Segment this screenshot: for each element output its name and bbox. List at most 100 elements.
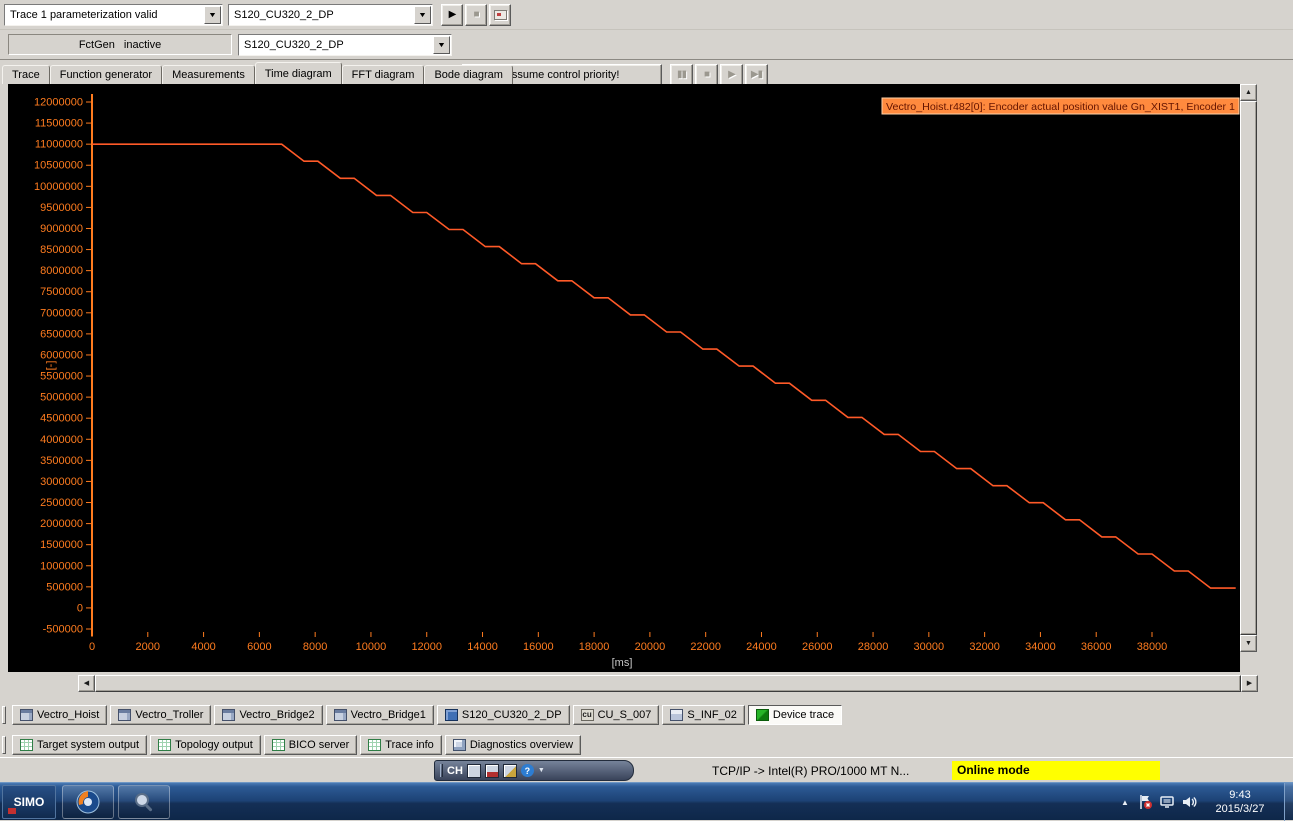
device-tabs: Vectro_Hoist Vectro_Troller Vectro_Bridge2… <box>0 703 1293 727</box>
svg-text:8000: 8000 <box>303 641 327 653</box>
svg-text:5000000: 5000000 <box>40 392 83 404</box>
online-mode-label: Online mode <box>957 763 1030 777</box>
scroll-left-button[interactable]: ◀ <box>78 675 95 692</box>
trace-chart[interactable]: 1200000011500000110000001050000010000000… <box>8 84 1240 672</box>
scout-taskbar-button[interactable]: SIMO <box>2 785 56 819</box>
svg-text:4000000: 4000000 <box>40 434 83 446</box>
scroll-up-button[interactable]: ▲ <box>1240 84 1257 101</box>
table-icon <box>158 739 172 751</box>
show-desktop-button[interactable] <box>1284 783 1293 821</box>
tab-trace[interactable]: Trace <box>2 65 50 84</box>
svg-text:32000: 32000 <box>969 641 1000 653</box>
toolbar-grip-handle[interactable] <box>2 736 6 754</box>
device-tab-vectro-troller[interactable]: Vectro_Troller <box>110 705 212 725</box>
tab-measurements[interactable]: Measurements <box>162 65 255 84</box>
svg-text:10500000: 10500000 <box>34 160 83 172</box>
keyboard-icon[interactable] <box>466 763 481 778</box>
stop-trace-button[interactable]: ■ <box>465 4 487 26</box>
svg-text:6000: 6000 <box>247 641 271 653</box>
speaker-icon[interactable] <box>1178 783 1200 821</box>
trace-device-combo-value: S120_CU320_2_DP <box>229 9 414 21</box>
diagnostics-icon <box>452 739 466 751</box>
output-tab-target-system-output[interactable]: Target system output <box>12 735 148 755</box>
tab-bode-diagram[interactable]: Bode diagram <box>424 65 513 84</box>
help-icon[interactable]: ? <box>520 764 534 777</box>
trace-icon <box>755 709 769 721</box>
device-tab-label: Vectro_Troller <box>135 709 204 721</box>
tab-fft-diagram[interactable]: FFT diagram <box>341 65 425 84</box>
svg-text:11000000: 11000000 <box>35 139 83 151</box>
chart-canvas[interactable]: 12000000 11500000 11000000 10500000 10000000… <box>8 84 1240 672</box>
language-indicator[interactable]: CH <box>447 765 463 777</box>
output-tab-trace-info[interactable]: Trace info <box>360 735 442 755</box>
device-tab-cu-s-007[interactable]: cu CU_S_007 <box>572 705 660 725</box>
device-tab-s120-cu320-2-dp[interactable]: S120_CU320_2_DP <box>436 705 570 725</box>
scroll-down-button[interactable]: ▼ <box>1240 635 1257 652</box>
table-icon <box>368 739 382 751</box>
output-tab-topology-output[interactable]: Topology output <box>150 735 261 755</box>
fctgen-device-combo[interactable]: S120_CU320_2_DP ▼ <box>238 34 452 56</box>
horizontal-scroll-thumb[interactable] <box>95 675 1241 692</box>
status-bar: CH ? ▼ TCP/IP -> Intel(R) PRO/1000 MT N.… <box>0 757 1293 782</box>
device-tab-device-trace[interactable]: Device trace <box>747 705 843 725</box>
toolbar-grip-handle[interactable] <box>2 706 6 724</box>
online-mode-badge: Online mode <box>952 761 1160 780</box>
svg-text:6500000: 6500000 <box>40 328 83 340</box>
scroll-right-button[interactable]: ▶ <box>1241 675 1258 692</box>
svg-text:3500000: 3500000 <box>40 455 83 467</box>
drive-icon <box>118 709 132 721</box>
handwriting-icon[interactable] <box>502 763 517 778</box>
play-icon: ▶ <box>448 9 457 20</box>
app-taskbar-icon-1[interactable] <box>62 785 114 819</box>
output-tab-label: BICO server <box>288 739 350 751</box>
trace-status-combo[interactable]: Trace 1 parameterization valid ▼ <box>4 4 223 26</box>
language-bar[interactable]: CH ? ▼ <box>434 760 634 781</box>
stop-icon: ■ <box>473 9 479 20</box>
network-icon[interactable] <box>1156 783 1178 821</box>
starter-application-window: Trace 1 parameterization valid ▼ S120_CU… <box>0 0 1293 821</box>
svg-text:18000: 18000 <box>579 641 610 653</box>
svg-text:7500000: 7500000 <box>40 286 83 298</box>
device-tab-vectro-hoist[interactable]: Vectro_Hoist <box>12 705 108 725</box>
clock-time: 9:43 <box>1229 789 1251 801</box>
trace-display-options-button[interactable] <box>489 4 511 26</box>
down-arrow-icon: ▼ <box>1245 640 1252 647</box>
chevron-down-icon[interactable]: ▼ <box>433 36 450 54</box>
svg-text:6000000: 6000000 <box>40 349 83 361</box>
output-tab-bico-server[interactable]: BICO server <box>263 735 358 755</box>
vertical-scrollbar[interactable]: ▲ ▼ <box>1240 84 1257 652</box>
chevron-down-icon[interactable]: ▼ <box>414 6 431 24</box>
trace-device-combo[interactable]: S120_CU320_2_DP ▼ <box>228 4 433 26</box>
start-trace-button[interactable]: ▶ <box>441 4 463 26</box>
drive-icon <box>333 709 347 721</box>
svg-text:2000: 2000 <box>136 641 160 653</box>
horizontal-scrollbar[interactable]: ◀ ▶ <box>78 675 1258 692</box>
device-tab-vectro-bridge1[interactable]: Vectro_Bridge1 <box>325 705 434 725</box>
device-tab-label: S_INF_02 <box>687 709 737 721</box>
ime-mode-icon[interactable] <box>484 763 499 778</box>
device-tab-vectro-bridge2[interactable]: Vectro_Bridge2 <box>214 705 323 725</box>
scout-app-icon <box>76 790 100 814</box>
svg-text:10000: 10000 <box>356 641 387 653</box>
device-tab-s-inf-02[interactable]: S_INF_02 <box>662 705 745 725</box>
tab-time-diagram[interactable]: Time diagram <box>254 62 342 84</box>
function-generator-toolbar: FctGen inactive S120_CU320_2_DP ▼ Assume… <box>0 30 1293 86</box>
tray-expand-icon[interactable]: ▲ <box>1116 798 1134 807</box>
tab-function-generator[interactable]: Function generator <box>49 65 163 84</box>
drag-handle-icon[interactable] <box>440 764 443 777</box>
svg-text:20000: 20000 <box>635 641 666 653</box>
svg-text:2000000: 2000000 <box>40 518 83 530</box>
drive-icon <box>20 709 33 721</box>
taskbar-clock[interactable]: 9:43 2015/3/27 <box>1200 788 1284 816</box>
svg-text:1500000: 1500000 <box>40 539 83 551</box>
language-bar-options-icon[interactable]: ▼ <box>538 767 545 774</box>
output-tab-diagnostics-overview[interactable]: Diagnostics overview <box>444 735 582 755</box>
chevron-down-icon[interactable]: ▼ <box>204 6 221 24</box>
svg-text:4500000: 4500000 <box>40 413 83 425</box>
dropdown-arrow-icon: ▼ <box>207 11 218 19</box>
vertical-scroll-thumb[interactable] <box>1240 101 1257 635</box>
app-taskbar-icon-2[interactable] <box>118 785 170 819</box>
svg-text:3000000: 3000000 <box>40 476 83 488</box>
svg-text:10000000: 10000000 <box>34 181 83 193</box>
action-center-flag-icon[interactable] <box>1134 783 1156 821</box>
